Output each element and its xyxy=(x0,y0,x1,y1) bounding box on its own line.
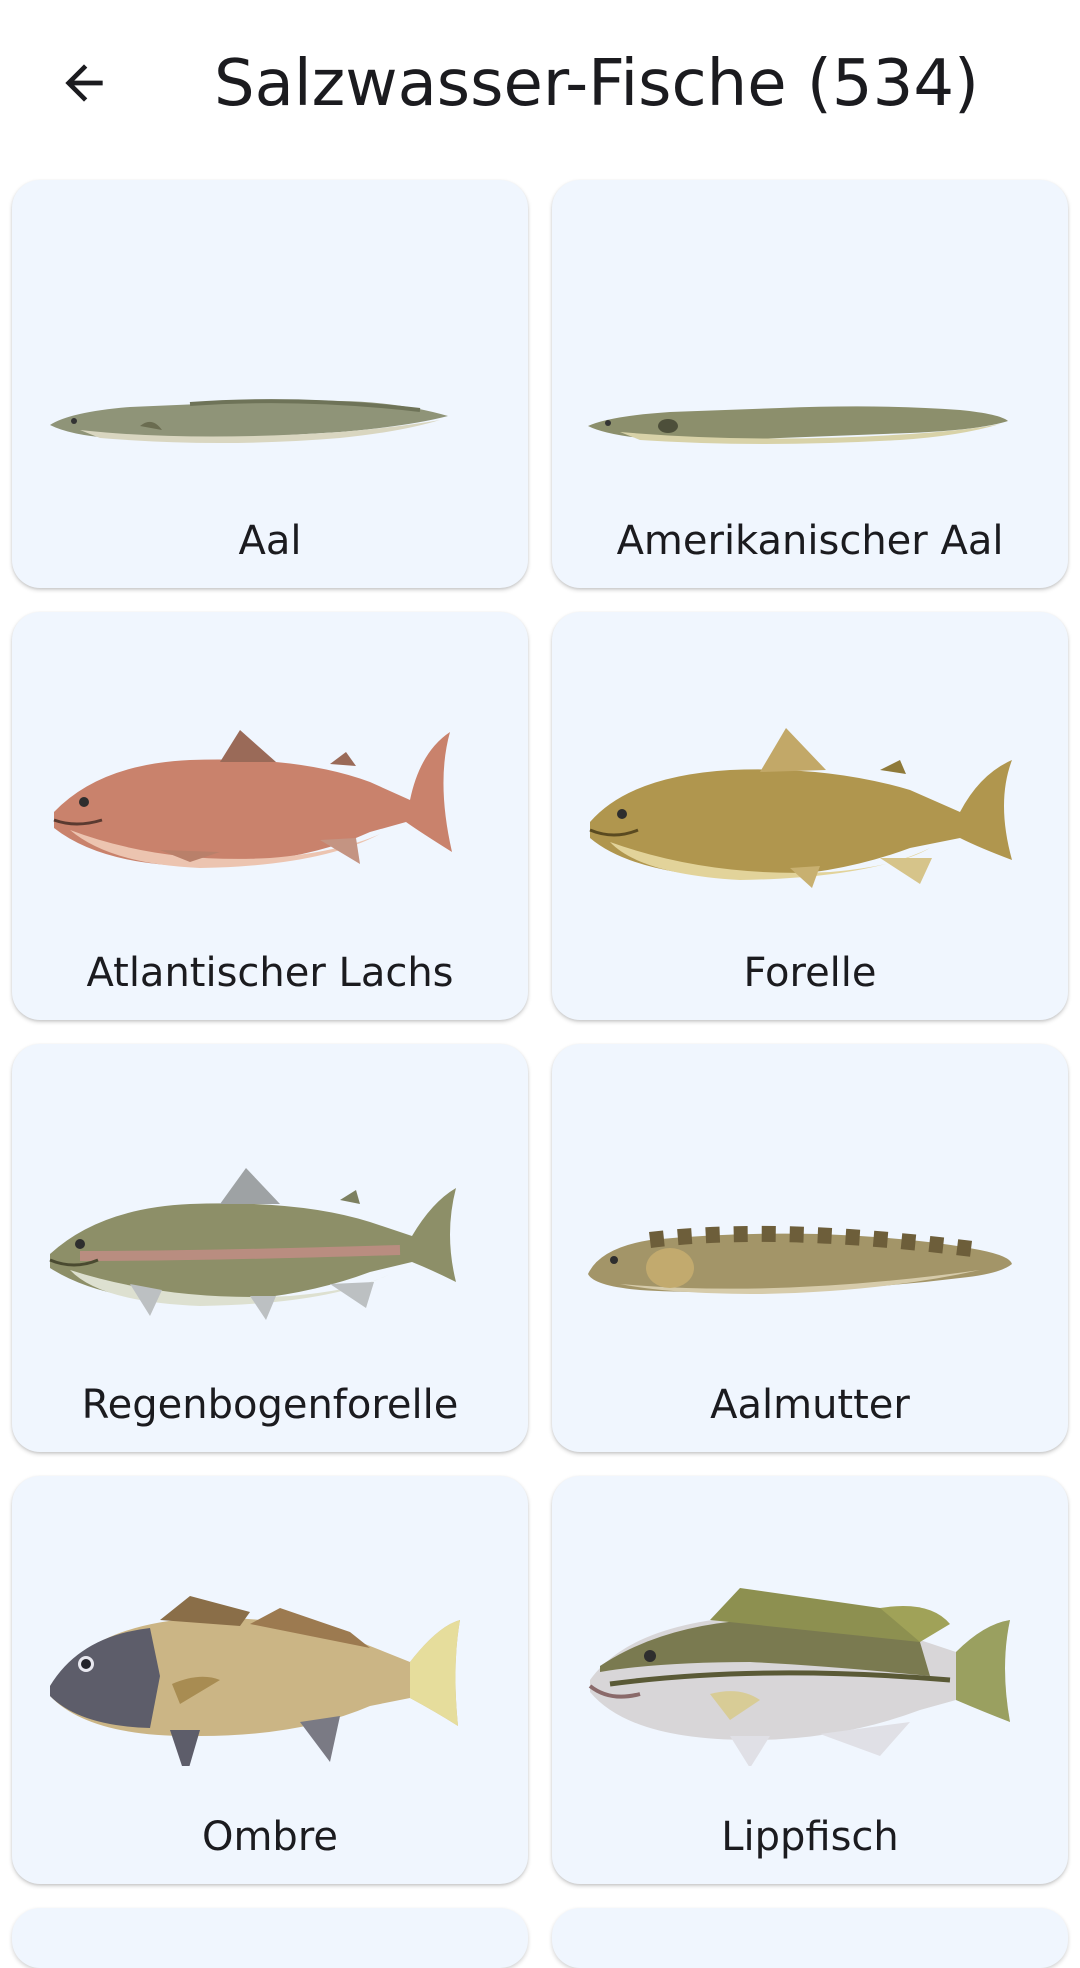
fish-card-lippfisch[interactable]: Lippfisch xyxy=(552,1476,1068,1884)
back-button[interactable] xyxy=(44,40,124,130)
fish-grid: Aal Amerikanischer Aal Atlantischer Lach… xyxy=(12,180,1068,1884)
arrow-left-icon xyxy=(56,55,112,115)
page-title: Salzwasser-Fische (534) xyxy=(214,47,979,121)
fish-image-lippfisch xyxy=(580,1516,1040,1766)
top-app-bar: Salzwasser-Fische (534) xyxy=(0,0,1080,170)
fish-card-partial[interactable] xyxy=(12,1908,528,1968)
fish-card-partial[interactable] xyxy=(552,1908,1068,1968)
fish-name-label: Amerikanischer Aal xyxy=(616,518,1004,564)
fish-image-atlantischer-lachs xyxy=(40,652,500,902)
fish-image-aalmutter xyxy=(580,1084,1040,1334)
fish-image-regenbogenforelle xyxy=(40,1084,500,1334)
fish-card-amerikanischer-aal[interactable]: Amerikanischer Aal xyxy=(552,180,1068,588)
fish-card-forelle[interactable]: Forelle xyxy=(552,612,1068,1020)
fish-name-label: Atlantischer Lachs xyxy=(86,950,454,996)
fish-name-label: Ombre xyxy=(201,1814,338,1860)
fish-name-label: Aalmutter xyxy=(710,1382,910,1428)
fish-image-ombre xyxy=(40,1516,500,1766)
fish-name-label: Regenbogenforelle xyxy=(81,1382,459,1428)
fish-name-label: Forelle xyxy=(743,950,877,996)
fish-card-aalmutter[interactable]: Aalmutter xyxy=(552,1044,1068,1452)
fish-name-label: Aal xyxy=(238,518,302,564)
fish-name-label: Lippfisch xyxy=(721,1814,899,1860)
fish-image-aal xyxy=(40,220,500,470)
fish-image-forelle xyxy=(580,652,1040,902)
fish-card-regenbogenforelle[interactable]: Regenbogenforelle xyxy=(12,1044,528,1452)
fish-card-aal[interactable]: Aal xyxy=(12,180,528,588)
fish-card-ombre[interactable]: Ombre xyxy=(12,1476,528,1884)
fish-image-amerikanischer-aal xyxy=(580,220,1040,470)
fish-card-atlantischer-lachs[interactable]: Atlantischer Lachs xyxy=(12,612,528,1020)
